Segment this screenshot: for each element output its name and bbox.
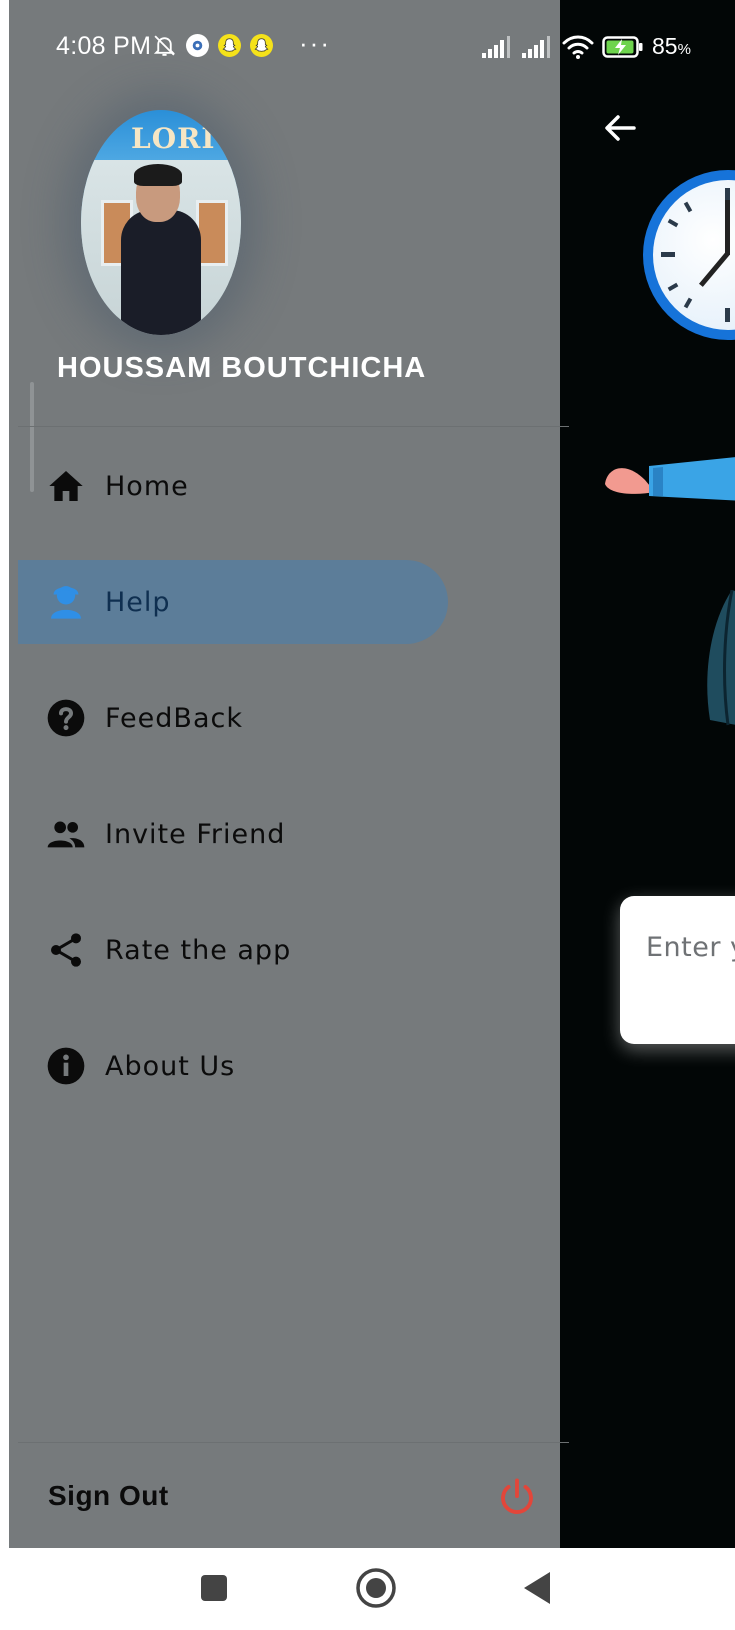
hand-illustration [605, 457, 735, 501]
system-status-icons: 85% [482, 33, 691, 60]
menu-item-label: Home [105, 470, 189, 502]
power-icon[interactable] [496, 1476, 538, 1518]
notification-icons [152, 33, 273, 58]
sign-out-button[interactable]: Sign Out [18, 1442, 569, 1548]
avatar[interactable]: LORI [81, 110, 241, 335]
home-icon [49, 471, 83, 501]
help-circle-icon [47, 699, 85, 737]
system-navigation-bar [0, 1548, 735, 1630]
snapchat-icon [218, 34, 241, 57]
snapchat-icon-2 [250, 34, 273, 57]
signal-icon-2 [522, 35, 550, 58]
leaf-illustration [707, 590, 735, 726]
bell-off-icon [153, 35, 176, 56]
avatar-sign-text: LORI [131, 122, 216, 155]
back-arrow-icon[interactable] [600, 108, 640, 148]
battery-percent: 85% [652, 33, 691, 59]
text-input-card[interactable]: Enter y [620, 896, 735, 1044]
menu-item-label: About Us [105, 1050, 236, 1082]
status-bar: 4:08 PM ··· 85% [0, 0, 735, 95]
signal-icon [482, 35, 510, 58]
menu-item-label: FeedBack [105, 702, 243, 734]
input-placeholder: Enter y [646, 932, 735, 963]
wifi-icon [562, 35, 594, 59]
avatar-hair [134, 164, 182, 186]
clock-illustration [643, 170, 735, 340]
menu-item-feedback[interactable]: FeedBack [18, 676, 448, 760]
menu-item-help[interactable]: Help [18, 560, 448, 644]
clock-face [653, 180, 735, 330]
recent-apps-button[interactable] [192, 1566, 236, 1610]
share-icon [51, 933, 81, 967]
avatar-person [121, 210, 201, 335]
sign-out-label: Sign Out [48, 1480, 169, 1511]
back-button[interactable] [516, 1566, 560, 1610]
people-icon [47, 821, 85, 848]
navigation-drawer: LORI HOUSSAM BOUTCHICHA Home Help FeedBa… [0, 0, 569, 1548]
more-notifications-icon: ··· [299, 28, 331, 58]
screen: Enter y LORI HOUSSAM BOUTCHICHA Home [0, 0, 735, 1630]
menu-item-label: Help [105, 586, 171, 618]
battery-charging-icon [602, 35, 643, 58]
home-button[interactable] [354, 1566, 398, 1610]
menu-item-label: Rate the app [105, 934, 292, 966]
status-time: 4:08 PM [56, 32, 152, 60]
support-agent-icon [51, 586, 81, 619]
menu-item-label: Invite Friend [105, 818, 286, 850]
menu-item-rate-the-app[interactable]: Rate the app [18, 908, 448, 992]
header-divider [18, 426, 569, 427]
menu-item-about-us[interactable]: About Us [18, 1024, 448, 1108]
menu-item-invite-friend[interactable]: Invite Friend [18, 792, 448, 876]
info-icon [47, 1047, 85, 1085]
settings-notification-icon [186, 34, 209, 57]
menu-item-home[interactable]: Home [18, 444, 448, 528]
user-name: HOUSSAM BOUTCHICHA [57, 352, 427, 384]
